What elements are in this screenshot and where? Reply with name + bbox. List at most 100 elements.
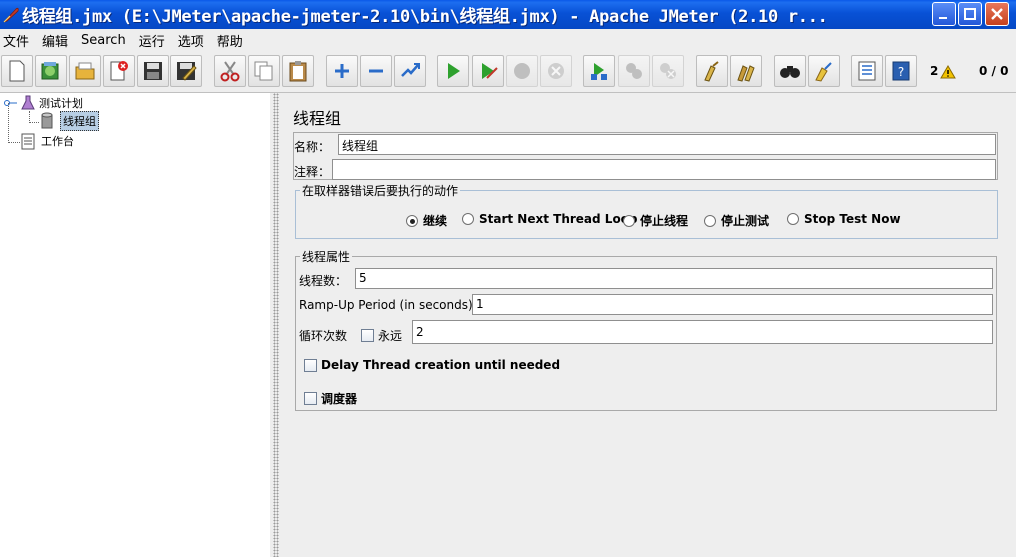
copy-icon (254, 61, 273, 81)
start-no-pause-button[interactable] (472, 55, 504, 87)
delay-thread-label: Delay Thread creation until needed (321, 358, 561, 372)
radio-start-next-loop-label: Start Next Thread Loop (479, 212, 638, 226)
minimize-icon (939, 17, 947, 19)
test-tree: 测试计划 线程组 工作台 (0, 93, 270, 557)
radio-continue-label: 继续 (423, 214, 448, 228)
close-file-button[interactable] (103, 55, 135, 87)
radio-continue[interactable]: 继续 (406, 212, 447, 229)
tree-node-thread-group[interactable]: 线程组 (38, 111, 99, 131)
minimize-button[interactable] (932, 2, 956, 26)
remote-start-icon (591, 63, 607, 80)
rampup-field[interactable]: 1 (472, 294, 993, 315)
reset-search-icon (815, 62, 832, 82)
tree-toggle-icon[interactable] (3, 96, 17, 110)
collapse-all-button[interactable] (360, 55, 392, 87)
tree-node-workbench[interactable]: 工作台 (19, 132, 76, 150)
radio-stop-thread-indicator[interactable] (623, 214, 635, 227)
templates-button[interactable] (35, 55, 67, 87)
thread-properties-group: 线程属性 线程数： 5 Ramp-Up Period (in seconds):… (295, 248, 997, 411)
menu-file[interactable]: 文件 (0, 31, 33, 50)
scheduler-checkbox-box[interactable] (304, 392, 317, 405)
window-edge (1016, 0, 1025, 557)
radio-stop-thread-label: 停止线程 (640, 214, 689, 228)
radio-stop-test-now[interactable]: Stop Test Now (787, 212, 901, 226)
workbench-clipboard-icon (21, 133, 35, 150)
tree-node-test-plan[interactable]: 测试计划 (3, 94, 85, 112)
menu-options[interactable]: 选项 (174, 31, 208, 50)
forever-label: 永远 (378, 329, 403, 343)
forever-checkbox[interactable]: 永远 (361, 327, 402, 344)
remote-stop-button[interactable] (618, 55, 650, 87)
start-icon (448, 63, 460, 79)
radio-continue-indicator[interactable] (406, 214, 418, 227)
paste-button[interactable] (282, 55, 314, 87)
save-icon (144, 62, 162, 80)
maximize-button[interactable] (958, 2, 982, 26)
close-window-button[interactable] (985, 2, 1009, 26)
toggle-button[interactable] (394, 55, 426, 87)
scheduler-checkbox[interactable]: 调度器 (304, 390, 357, 407)
radio-stop-test-now-label: Stop Test Now (804, 212, 901, 226)
window-title: 线程组.jmx (E:\JMeter\apache-jmeter-2.10\bi… (22, 7, 828, 27)
clear-all-icon (737, 65, 755, 82)
shutdown-icon (548, 63, 564, 79)
forever-checkbox-box[interactable] (361, 329, 374, 342)
shutdown-button[interactable] (540, 55, 572, 87)
copy-button[interactable] (248, 55, 280, 87)
collapse-icon (369, 69, 383, 73)
radio-stop-test[interactable]: 停止测试 (704, 212, 769, 229)
search-button[interactable] (774, 55, 806, 87)
save-button[interactable] (137, 55, 169, 87)
radio-start-next-loop-indicator[interactable] (462, 213, 474, 225)
remote-start-button[interactable] (583, 55, 615, 87)
name-field[interactable]: 线程组 (338, 134, 996, 155)
threads-field[interactable]: 5 (355, 268, 993, 289)
warning-count: 2 (930, 64, 939, 78)
menu-search[interactable]: Search (77, 33, 130, 48)
thread-group-panel: 线程组 名称： 线程组 注释： 在取样器错误后要执行的动作 继续 Start N… (283, 93, 1016, 557)
new-icon (9, 60, 25, 82)
clear-all-button[interactable] (730, 55, 762, 87)
tree-label-thread-group: 线程组 (60, 111, 99, 131)
threads-label: 线程数： (299, 274, 348, 288)
menu-run[interactable]: 运行 (135, 31, 169, 50)
cut-button[interactable] (214, 55, 246, 87)
start-button[interactable] (437, 55, 469, 87)
split-pane-divider[interactable] (270, 93, 283, 557)
menu-help[interactable]: 帮助 (213, 31, 247, 50)
menu-edit[interactable]: 编辑 (38, 31, 72, 50)
clear-button[interactable] (696, 55, 728, 87)
radio-start-next-loop[interactable]: Start Next Thread Loop (462, 212, 638, 226)
comment-field[interactable] (332, 159, 996, 180)
menu-bar: 文件 编辑 Search 运行 选项 帮助 (0, 29, 1016, 51)
open-button[interactable] (69, 55, 101, 87)
loop-count-field[interactable]: 2 (412, 320, 993, 344)
comment-label: 注释： (294, 165, 331, 179)
help-button[interactable]: ? (885, 55, 917, 87)
radio-stop-thread[interactable]: 停止线程 (623, 212, 688, 229)
toggle-icon (401, 63, 420, 77)
title-bar[interactable]: 线程组.jmx (E:\JMeter\apache-jmeter-2.10\bi… (0, 0, 1016, 29)
toolbar: ? 2 0 / 0 (0, 51, 1016, 93)
clear-icon (704, 61, 719, 82)
name-comment-group: 名称： 线程组 注释： (293, 132, 998, 180)
thread-status: 0 / 0 (979, 64, 1009, 78)
delay-thread-checkbox[interactable]: Delay Thread creation until needed (304, 358, 560, 372)
function-helper-button[interactable] (851, 55, 883, 87)
remote-shutdown-button[interactable] (652, 55, 684, 87)
stop-button[interactable] (506, 55, 538, 87)
remote-stop-icon (626, 63, 642, 79)
test-plan-flask-icon (21, 95, 35, 110)
expand-all-button[interactable] (326, 55, 358, 87)
radio-stop-test-indicator[interactable] (704, 214, 716, 227)
warning-icon[interactable] (940, 65, 956, 79)
save-as-button[interactable] (170, 55, 202, 87)
tree-label-test-plan: 测试计划 (39, 97, 83, 110)
reset-search-button[interactable] (808, 55, 840, 87)
close-icon (110, 61, 128, 81)
delay-thread-checkbox-box[interactable] (304, 358, 317, 372)
cut-icon (220, 61, 240, 82)
radio-stop-test-now-indicator[interactable] (787, 213, 799, 225)
new-button[interactable] (1, 55, 33, 87)
templates-icon (41, 62, 59, 80)
